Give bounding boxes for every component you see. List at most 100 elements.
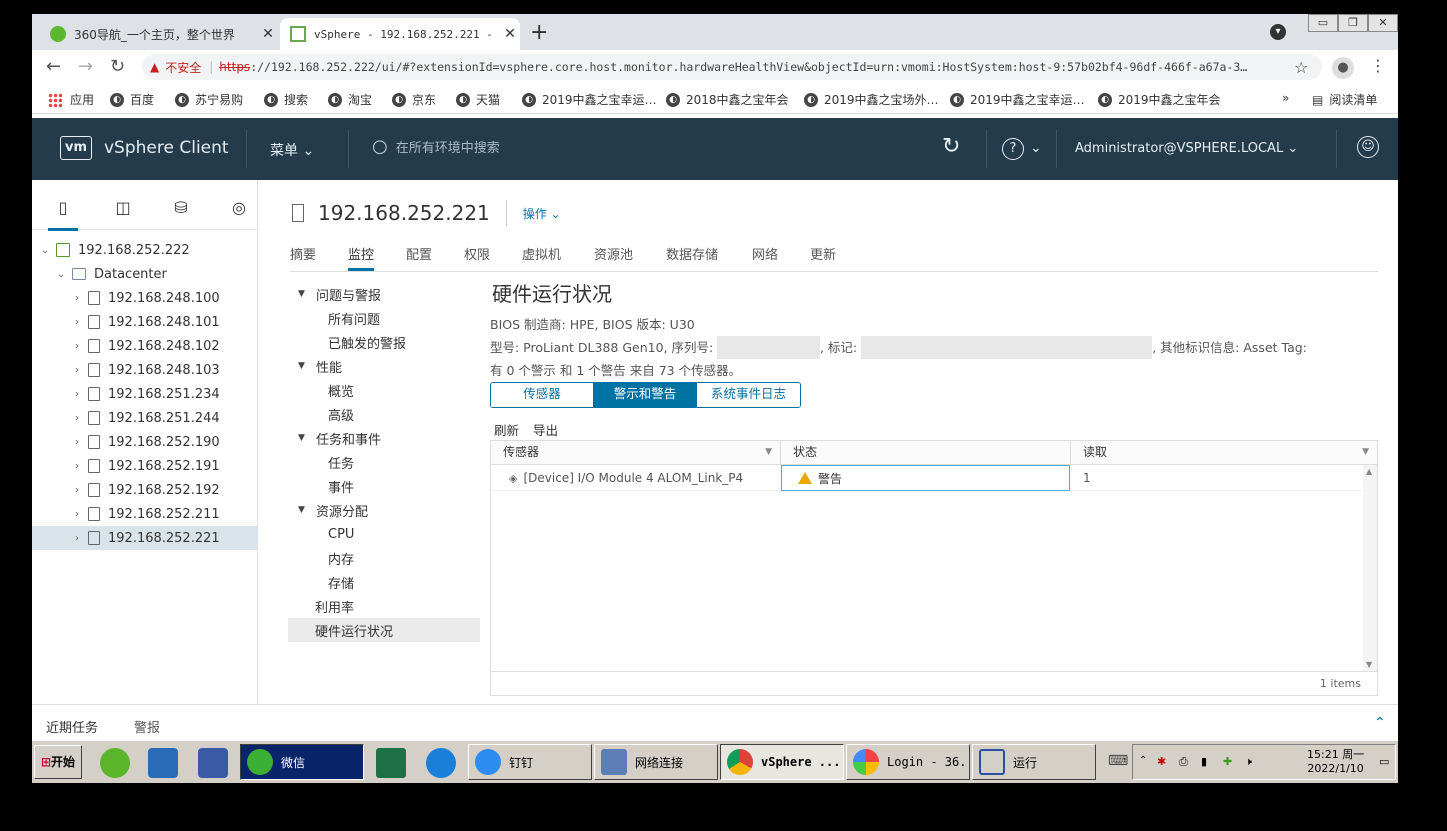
taskbar-run[interactable]: 运行 xyxy=(972,744,1096,780)
tab-networks[interactable]: 网络 xyxy=(752,244,778,263)
minimize-button[interactable]: ▭ xyxy=(1308,14,1338,32)
bookmark-star-icon[interactable]: ☆ xyxy=(1294,58,1308,77)
storage-icon[interactable]: ⛁ xyxy=(170,198,192,220)
tree-node-host[interactable]: › 192.168.252.191 xyxy=(32,454,258,478)
bookmark-apps[interactable]: 应用 xyxy=(48,91,94,108)
reading-list[interactable]: ▤ 阅读清单 xyxy=(1312,91,1377,108)
nav-performance[interactable]: ▼ 性能 xyxy=(288,354,480,378)
show-desktop-icon[interactable]: ▭ xyxy=(1379,755,1389,768)
tab-vms[interactable]: 虚拟机 xyxy=(522,244,561,263)
address-bar[interactable]: ▲ 不安全 | https ://192.168.252.222/ui/#?ex… xyxy=(142,54,1322,80)
tree-node-host[interactable]: › 192.168.248.102 xyxy=(32,334,258,358)
tree-node-host[interactable]: › 192.168.252.211 xyxy=(32,502,258,526)
tree-node-vcenter[interactable]: ⌄ 192.168.252.222 xyxy=(32,238,258,262)
bookmarks-overflow[interactable]: » xyxy=(1282,91,1289,105)
network-icon[interactable] xyxy=(198,748,228,778)
chevron-right-icon[interactable]: › xyxy=(70,317,84,328)
forward-icon[interactable]: → xyxy=(78,56,93,77)
close-tab-icon[interactable]: ✕ xyxy=(258,26,278,42)
profile-avatar[interactable]: ● xyxy=(1332,57,1354,79)
nav-cpu[interactable]: CPU xyxy=(288,522,480,546)
nav-memory[interactable]: 内存 xyxy=(288,546,480,570)
recent-tasks-tab[interactable]: 近期任务 xyxy=(46,717,98,736)
excel-icon[interactable] xyxy=(376,748,406,778)
k-app-icon[interactable] xyxy=(426,748,456,778)
bookmark-item[interactable]: ◐ 2019中鑫之宝幸运… xyxy=(950,91,1085,108)
column-header-sensor[interactable]: 传感器 ▼ xyxy=(491,441,781,465)
filter-icon[interactable]: ▼ xyxy=(765,441,772,463)
nav-hardware-health[interactable]: 硬件运行状况 xyxy=(288,618,480,642)
chevron-right-icon[interactable]: › xyxy=(70,533,84,544)
reload-icon[interactable]: ↻ xyxy=(110,56,125,77)
chevron-right-icon[interactable]: › xyxy=(70,509,84,520)
tree-node-host[interactable]: › 192.168.252.190 xyxy=(32,430,258,454)
user-menu[interactable]: Administrator@VSPHERE.LOCAL ⌄ xyxy=(1075,141,1298,156)
nav-overview[interactable]: 概览 xyxy=(288,378,480,402)
tree-node-host[interactable]: › 192.168.251.244 xyxy=(32,406,258,430)
download-indicator-icon[interactable]: ▾ xyxy=(1270,24,1286,40)
tray-app-icon[interactable]: ✱ xyxy=(1157,755,1166,768)
tab-permissions[interactable]: 权限 xyxy=(464,244,490,263)
bookmark-item[interactable]: ◐ 淘宝 xyxy=(328,91,372,108)
column-header-status[interactable]: 状态 xyxy=(781,441,1071,465)
taskbar-wechat[interactable]: 微信 xyxy=(240,744,364,780)
tree-node-host[interactable]: › 192.168.248.101 xyxy=(32,310,258,334)
nav-storage[interactable]: 存储 xyxy=(288,570,480,594)
ie-icon[interactable] xyxy=(148,748,178,778)
bookmark-item[interactable]: ◐ 2019中鑫之宝幸运… xyxy=(522,91,657,108)
tree-node-host[interactable]: › 192.168.248.103 xyxy=(32,358,258,382)
nav-advanced[interactable]: 高级 xyxy=(288,402,480,426)
global-search[interactable]: ○ 在所有环境中搜索 xyxy=(372,136,500,157)
bookmark-item[interactable]: ◐ 天猫 xyxy=(456,91,500,108)
expand-panel-icon[interactable]: ⌃ xyxy=(1374,715,1386,731)
tree-node-host[interactable]: › 192.168.248.100 xyxy=(32,286,258,310)
new-tab-button[interactable]: + xyxy=(530,20,548,45)
segment-alerts-warnings[interactable]: 警示和警告 xyxy=(594,383,697,407)
chevron-down-icon[interactable]: ⌄ xyxy=(54,269,68,280)
column-header-reading[interactable]: 读取 ▼ xyxy=(1071,441,1377,465)
nav-tasks[interactable]: 任务 xyxy=(288,450,480,474)
start-button[interactable]: ⊞开始 xyxy=(34,745,82,779)
actions-menu[interactable]: 操作 ⌄ xyxy=(523,205,561,222)
cell-status[interactable]: 警告 xyxy=(781,465,1070,491)
bookmark-item[interactable]: ◐ 搜索 xyxy=(264,91,308,108)
tree-node-host-selected[interactable]: › 192.168.252.221 xyxy=(32,526,258,550)
taskbar-dingtalk[interactable]: 钉钉 xyxy=(468,744,592,780)
app-title[interactable]: vSphere Client xyxy=(104,138,229,158)
taskbar-login[interactable]: Login - 36... xyxy=(846,744,970,780)
chevron-right-icon[interactable]: › xyxy=(70,341,84,352)
filter-icon[interactable]: ▼ xyxy=(1362,441,1369,463)
table-row[interactable]: ◈ [Device] I/O Module 4 ALOM_Link_P4 警告 1 xyxy=(491,465,1361,491)
taskbar-chrome-vsphere[interactable]: vSphere ... xyxy=(720,744,844,780)
chevron-right-icon[interactable]: › xyxy=(70,413,84,424)
tab-resource-pools[interactable]: 资源池 xyxy=(594,244,633,263)
back-icon[interactable]: ← xyxy=(46,56,61,77)
nav-resource-allocation[interactable]: ▼ 资源分配 xyxy=(288,498,480,522)
chevron-right-icon[interactable]: › xyxy=(70,437,84,448)
segment-system-event-log[interactable]: 系统事件日志 xyxy=(697,383,800,407)
close-window-button[interactable]: ✕ xyxy=(1368,14,1398,32)
scroll-down-icon[interactable]: ▼ xyxy=(1366,660,1372,669)
export-button[interactable]: 导出 xyxy=(533,420,558,439)
chevron-down-icon[interactable]: ⌄ xyxy=(38,245,52,256)
clock[interactable]: 15:21 周一 2022/1/10 xyxy=(1307,748,1364,776)
browser-tab-vsphere[interactable]: vSphere - 192.168.252.221 - 硬 ✕ xyxy=(280,18,520,50)
tab-summary[interactable]: 摘要 xyxy=(290,244,316,263)
help-menu[interactable]: ? ⌄ xyxy=(1002,138,1042,160)
bookmark-item[interactable]: ◐ 2018中鑫之宝年会 xyxy=(666,91,789,108)
nav-events[interactable]: 事件 xyxy=(288,474,480,498)
tree-node-host[interactable]: › 192.168.252.192 xyxy=(32,478,258,502)
tree-node-datacenter[interactable]: ⌄ Datacenter xyxy=(32,262,258,286)
tray-360-icon[interactable]: ✚ xyxy=(1223,755,1232,768)
chevron-right-icon[interactable]: › xyxy=(70,389,84,400)
refresh-button[interactable]: 刷新 xyxy=(494,420,519,439)
bookmark-item[interactable]: ◐ 2019中鑫之宝年会 xyxy=(1098,91,1221,108)
taskbar-network[interactable]: 网络连接 xyxy=(594,744,718,780)
bookmark-item[interactable]: ◐ 百度 xyxy=(110,91,154,108)
restore-button[interactable]: ❐ xyxy=(1338,14,1368,32)
refresh-icon[interactable]: ↻ xyxy=(942,134,960,159)
vms-templates-icon[interactable]: ◫ xyxy=(112,198,134,220)
feedback-smiley-icon[interactable]: ☺ xyxy=(1357,136,1379,158)
browser-tab-360[interactable]: 360导航_一个主页，整个世界 ✕ xyxy=(40,18,278,50)
keyboard-icon[interactable]: ⌨ xyxy=(1108,753,1128,769)
